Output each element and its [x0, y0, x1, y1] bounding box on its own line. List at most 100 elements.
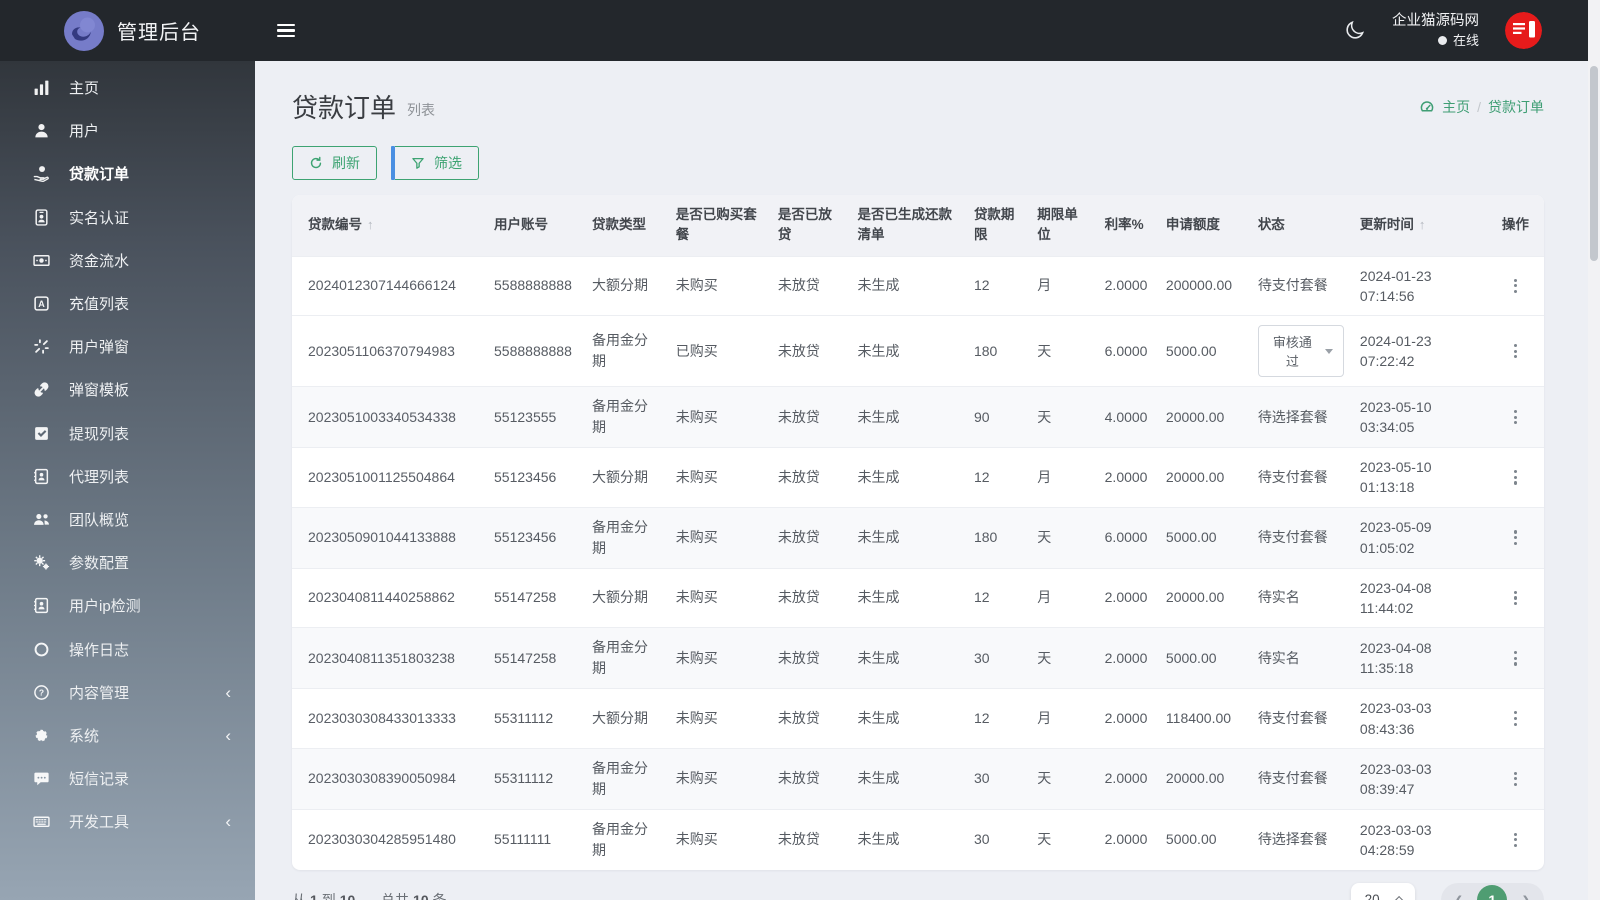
- row-actions-kebab-icon[interactable]: [1508, 525, 1523, 550]
- column-header-状态: 状态: [1249, 195, 1352, 256]
- sidebar-item-代理列表[interactable]: 代理列表: [0, 455, 255, 498]
- cell-id: 2023051106370794983: [292, 315, 487, 387]
- table-row: 2023040811440258862 55147258 大额分期 未购买 未放贷 未生成…: [292, 567, 1544, 628]
- column-header-申请额度: 申请额度: [1157, 195, 1250, 256]
- row-actions-kebab-icon[interactable]: [1508, 274, 1523, 299]
- status-dropdown[interactable]: 审核通过: [1257, 325, 1344, 378]
- avatar[interactable]: [1505, 11, 1542, 49]
- cell-id: 2023030308390050984: [292, 747, 487, 810]
- breadcrumb-separator: /: [1477, 98, 1481, 115]
- cell-updated-time: 2023-03-03 08:39:47: [1351, 747, 1487, 810]
- topbar-right: 企业猫源码网 在线: [1344, 11, 1600, 49]
- table-row: 2024012307144666124 5588888888 大额分期 未购买 未放贷未…: [292, 255, 1544, 316]
- sidebar-item-主页[interactable]: 主页: [0, 66, 255, 109]
- chevron-left-icon: ‹: [225, 682, 231, 702]
- cell-loaned: 未放贷: [769, 808, 850, 870]
- table-row: 2023040811351803238 55147258 备用金分期 未购买 未放贷 未生…: [292, 627, 1544, 689]
- hamburger-menu-icon[interactable]: [277, 20, 295, 42]
- cell-purchased: 未购买: [667, 808, 770, 870]
- sidebar-item-用户ip检测[interactable]: 用户ip检测: [0, 584, 255, 627]
- loan-orders-table-card: 贷款编号 ↑ 用户账号 贷款类型 是否已购买套餐 是否已放贷 是否已生成还款清单 贷款期限 期限…: [292, 195, 1544, 870]
- cell-account: 55311112: [486, 747, 585, 810]
- cell-rate: 2.0000: [1096, 447, 1158, 508]
- sidebar-item-资金流水[interactable]: 资金流水: [0, 239, 255, 282]
- sidebar-item-开发工具[interactable]: 开发工具 ‹: [0, 800, 255, 843]
- sidebar-item-弹窗模板[interactable]: 弹窗模板: [0, 368, 255, 411]
- sidebar: 主页 用户 贷款订单 实名认证 资金流水 A 充值列表 用户弹窗 弹窗模板提现列表代理列表团队概…: [0, 61, 255, 900]
- cell-bill: 未生成: [849, 747, 966, 810]
- sidebar-item-内容管理[interactable]: ? 内容管理 ‹: [0, 671, 255, 714]
- sidebar-item-提现列表[interactable]: 提现列表: [0, 412, 255, 455]
- breadcrumb-home[interactable]: 主页: [1442, 97, 1470, 117]
- sidebar-item-团队概览[interactable]: 团队概览: [0, 498, 255, 541]
- cell-id: 2023030308433013333: [292, 688, 487, 749]
- sidebar-item-label: 提现列表: [69, 425, 130, 443]
- cell-unit: 天: [1029, 627, 1097, 689]
- address-book-icon: [33, 468, 52, 485]
- sidebar-item-系统[interactable]: 系统 ‹: [0, 714, 255, 757]
- cell-term: 12: [965, 688, 1030, 749]
- sort-arrow-up-icon: ↑: [367, 217, 374, 233]
- cell-term: 12: [965, 447, 1030, 508]
- brand: 管理后台: [0, 10, 255, 51]
- user-info[interactable]: 企业猫源码网 在线: [1392, 11, 1479, 49]
- cell-unit: 月: [1029, 447, 1097, 508]
- row-actions-kebab-icon[interactable]: [1508, 828, 1523, 853]
- chart-bar-icon: [33, 79, 52, 96]
- row-actions-kebab-icon[interactable]: [1508, 586, 1523, 611]
- sidebar-item-参数配置[interactable]: 参数配置: [0, 541, 255, 584]
- status-text: 待实名: [1257, 649, 1300, 666]
- next-page-chevron-icon[interactable]: ›: [1520, 889, 1531, 900]
- cell-actions: [1486, 688, 1544, 749]
- breadcrumb-current[interactable]: 贷款订单: [1488, 97, 1544, 117]
- row-actions-kebab-icon[interactable]: [1508, 465, 1523, 490]
- status-text: 待支付套餐: [1257, 468, 1328, 485]
- cell-updated-time: 2024-01-23 07:14:56: [1351, 255, 1487, 316]
- sidebar-item-用户[interactable]: 用户: [0, 109, 255, 152]
- status-text: 待实名: [1257, 589, 1300, 606]
- row-actions-kebab-icon[interactable]: [1508, 706, 1523, 731]
- row-actions-kebab-icon[interactable]: [1508, 767, 1523, 792]
- cell-loaned: 未放贷: [769, 688, 850, 749]
- row-actions-kebab-icon[interactable]: [1508, 405, 1523, 430]
- column-header-是否已生成还款清单: 是否已生成还款清单: [849, 195, 966, 256]
- sidebar-item-操作日志[interactable]: 操作日志: [0, 627, 255, 670]
- cell-purchased: 未购买: [667, 567, 770, 628]
- cell-term: 30: [965, 747, 1030, 810]
- sidebar-item-label: 团队概览: [69, 511, 130, 529]
- app-logo-icon: [64, 10, 104, 51]
- sidebar-item-用户弹窗[interactable]: 用户弹窗: [0, 325, 255, 368]
- row-actions-kebab-icon[interactable]: [1508, 339, 1523, 364]
- window-scrollbar[interactable]: [1588, 0, 1600, 900]
- column-header-更新时间[interactable]: 更新时间 ↑: [1351, 195, 1487, 256]
- table-row: 2023030308390050984 55311112 备用金分期 未购买 未放贷 未生…: [292, 747, 1544, 810]
- sidebar-item-贷款订单[interactable]: 贷款订单: [0, 152, 255, 195]
- caret-down-icon: [1324, 348, 1333, 358]
- cell-amount: 5000.00: [1157, 627, 1250, 689]
- cell-purchased: 未购买: [667, 255, 770, 316]
- refresh-button[interactable]: 刷新: [292, 146, 377, 180]
- column-header-贷款类型: 贷款类型: [584, 195, 668, 256]
- cell-bill: 未生成: [849, 506, 966, 569]
- filter-button[interactable]: 筛选: [395, 146, 479, 180]
- circle-icon: [33, 641, 52, 658]
- chevron-left-icon: ‹: [225, 812, 231, 832]
- cell-actions: [1486, 567, 1544, 628]
- sidebar-item-短信记录[interactable]: 短信记录: [0, 757, 255, 800]
- user-status: 在线: [1392, 32, 1479, 50]
- sidebar-item-充值列表[interactable]: A 充值列表: [0, 282, 255, 325]
- sidebar-item-label: 短信记录: [69, 771, 130, 789]
- sidebar-item-实名认证[interactable]: 实名认证: [0, 196, 255, 239]
- page-size-select[interactable]: 20: [1350, 882, 1415, 900]
- cell-term: 180: [965, 315, 1030, 387]
- cell-loaned: 未放贷: [769, 627, 850, 689]
- prev-page-chevron-icon[interactable]: ‹: [1454, 889, 1465, 900]
- column-header-贷款编号[interactable]: 贷款编号 ↑: [292, 195, 487, 256]
- row-actions-kebab-icon[interactable]: [1508, 646, 1523, 671]
- cell-amount: 5000.00: [1157, 506, 1250, 569]
- current-page-button[interactable]: 1: [1477, 884, 1508, 900]
- dark-mode-toggle-moon-icon[interactable]: [1344, 19, 1366, 41]
- cell-rate: 2.0000: [1096, 747, 1158, 810]
- cell-bill: 未生成: [849, 808, 966, 870]
- scrollbar-thumb[interactable]: [1590, 66, 1598, 261]
